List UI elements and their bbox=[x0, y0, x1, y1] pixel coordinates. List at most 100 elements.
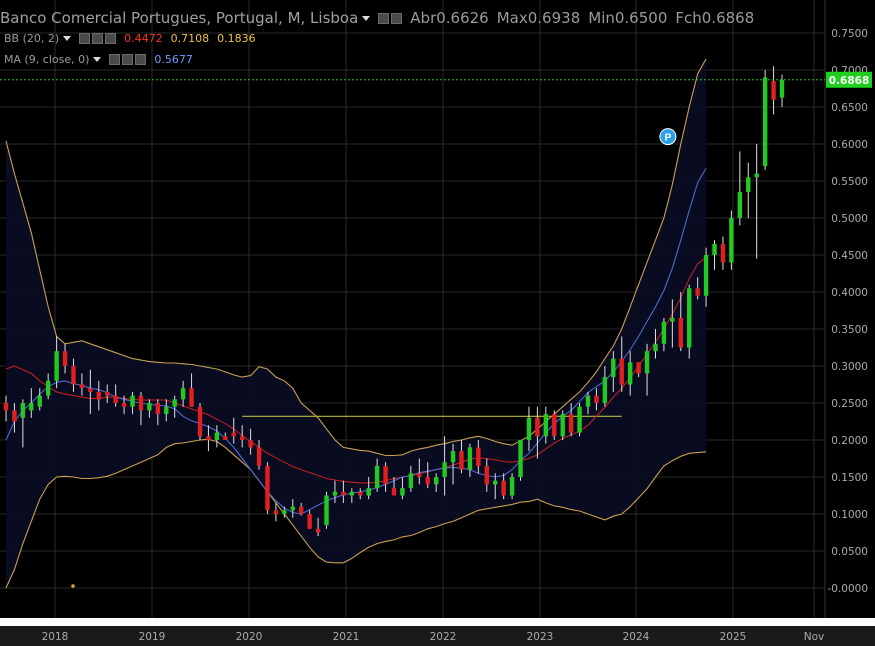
candle-body bbox=[164, 406, 169, 415]
ohlc-low-value: 0.6500 bbox=[614, 9, 668, 27]
candle-body bbox=[568, 414, 574, 433]
settings-icon[interactable] bbox=[79, 33, 91, 44]
y-tick-label: 0.4500 bbox=[831, 250, 868, 262]
y-tick-label: -0.0000 bbox=[827, 583, 868, 595]
candle-body bbox=[3, 403, 9, 411]
candle-body bbox=[703, 255, 709, 296]
candle-body bbox=[526, 417, 532, 440]
candle-body bbox=[315, 528, 321, 533]
ohlc-open-label: Abr bbox=[410, 9, 437, 27]
x-axis-separator bbox=[0, 618, 875, 626]
candle-body bbox=[653, 343, 658, 352]
settings-icon[interactable] bbox=[378, 12, 390, 24]
x-tick-label: 2018 bbox=[42, 631, 69, 643]
candle bbox=[509, 473, 515, 500]
candle-body bbox=[273, 510, 279, 514]
candle-body bbox=[223, 436, 228, 440]
candle-body bbox=[307, 514, 312, 529]
candle-body bbox=[324, 495, 329, 526]
candle bbox=[197, 403, 203, 440]
candle-body bbox=[239, 436, 245, 440]
visibility-icon[interactable] bbox=[122, 54, 134, 65]
candle bbox=[720, 236, 726, 270]
y-tick-label: 0.1500 bbox=[831, 472, 868, 484]
candle-body bbox=[374, 465, 380, 489]
candle bbox=[577, 403, 582, 437]
candle bbox=[712, 240, 717, 270]
bb-upper-value: 0.7108 bbox=[170, 32, 210, 45]
y-axis: 0.75000.70000.65000.60000.55000.50000.45… bbox=[826, 28, 872, 595]
candle-body bbox=[130, 395, 135, 407]
chart-title: Banco Comercial Portugues, Portugal, M, … bbox=[0, 9, 359, 27]
chevron-down-icon[interactable] bbox=[63, 36, 72, 41]
candle-body bbox=[180, 388, 186, 400]
candle-body bbox=[433, 477, 439, 485]
candle-body bbox=[383, 465, 388, 485]
candle-body bbox=[467, 447, 473, 470]
chart-container: P 0.7500 0.7000 0.6500 0.6000 0.5500 0.5000 0.… bbox=[0, 0, 875, 646]
candle-body bbox=[611, 358, 616, 378]
x-tick-label: 2024 bbox=[623, 631, 650, 643]
x-tick-label: 2022 bbox=[430, 631, 457, 643]
x-tick-label: 2019 bbox=[139, 631, 166, 643]
bb-legend: BB (20, 2) 0.4472 0.7108 0.1836 bbox=[0, 32, 256, 45]
candle-body bbox=[729, 218, 734, 263]
candle-body bbox=[493, 480, 498, 485]
settings-icon[interactable] bbox=[109, 54, 121, 65]
bollinger-band-area bbox=[6, 58, 707, 588]
candle-body bbox=[627, 362, 633, 385]
pivot-marker-label: P bbox=[665, 133, 672, 144]
candle-body bbox=[231, 432, 236, 437]
candle-body bbox=[771, 81, 776, 100]
close-icon[interactable] bbox=[105, 33, 117, 44]
candle-body bbox=[37, 395, 42, 407]
candle-body bbox=[754, 173, 759, 178]
y-tick-label: 0.6500 bbox=[831, 102, 868, 114]
y-tick-label: 0.3000 bbox=[831, 361, 868, 373]
candle-body bbox=[138, 395, 144, 411]
candle-body bbox=[366, 488, 371, 496]
chevron-down-icon[interactable] bbox=[362, 15, 371, 21]
candle bbox=[265, 462, 270, 514]
close-icon[interactable] bbox=[135, 54, 147, 65]
visibility-icon[interactable] bbox=[391, 12, 403, 24]
visibility-icon[interactable] bbox=[92, 33, 104, 44]
candle-body bbox=[602, 377, 608, 403]
candle-body bbox=[256, 447, 262, 466]
candle-body bbox=[619, 358, 624, 385]
candle-body bbox=[678, 317, 683, 348]
bollinger-fill bbox=[6, 58, 707, 588]
candle-body bbox=[408, 473, 414, 489]
candle-body bbox=[121, 403, 127, 407]
candle-body bbox=[172, 399, 177, 407]
candle-body bbox=[476, 447, 481, 466]
candle-body bbox=[71, 366, 76, 385]
candle-body bbox=[155, 403, 161, 415]
y-tick-label: 0.5000 bbox=[831, 213, 868, 225]
candle-body bbox=[425, 477, 430, 485]
candle bbox=[552, 410, 557, 440]
candle-body bbox=[644, 351, 650, 374]
candle-body bbox=[518, 440, 523, 477]
candle-body bbox=[79, 384, 85, 389]
candle bbox=[754, 144, 759, 259]
ma-value: 0.5677 bbox=[154, 53, 193, 66]
candle-body bbox=[535, 417, 540, 437]
candle-body bbox=[746, 177, 751, 193]
candle-body bbox=[661, 321, 667, 344]
candle-body bbox=[113, 395, 118, 403]
y-tick-label: 0.7500 bbox=[831, 28, 868, 40]
candle-body bbox=[299, 506, 304, 514]
x-tick-label: 2021 bbox=[333, 631, 360, 643]
candle-body bbox=[484, 465, 489, 485]
candle-body bbox=[62, 351, 68, 366]
y-tick-label: 0.5500 bbox=[831, 176, 868, 188]
price-chart[interactable]: P 0.75000.70000.65000.60000.55000.50000.… bbox=[0, 0, 875, 646]
candle-body bbox=[265, 465, 270, 511]
candle-body bbox=[358, 491, 363, 496]
event-dot bbox=[71, 584, 75, 588]
chevron-down-icon[interactable] bbox=[93, 57, 102, 62]
candle-body bbox=[450, 451, 456, 463]
candle-body bbox=[501, 480, 506, 496]
x-axis: 2018 2019 2020 2021 2022 2023 2024 2025 Nov bbox=[0, 618, 875, 646]
